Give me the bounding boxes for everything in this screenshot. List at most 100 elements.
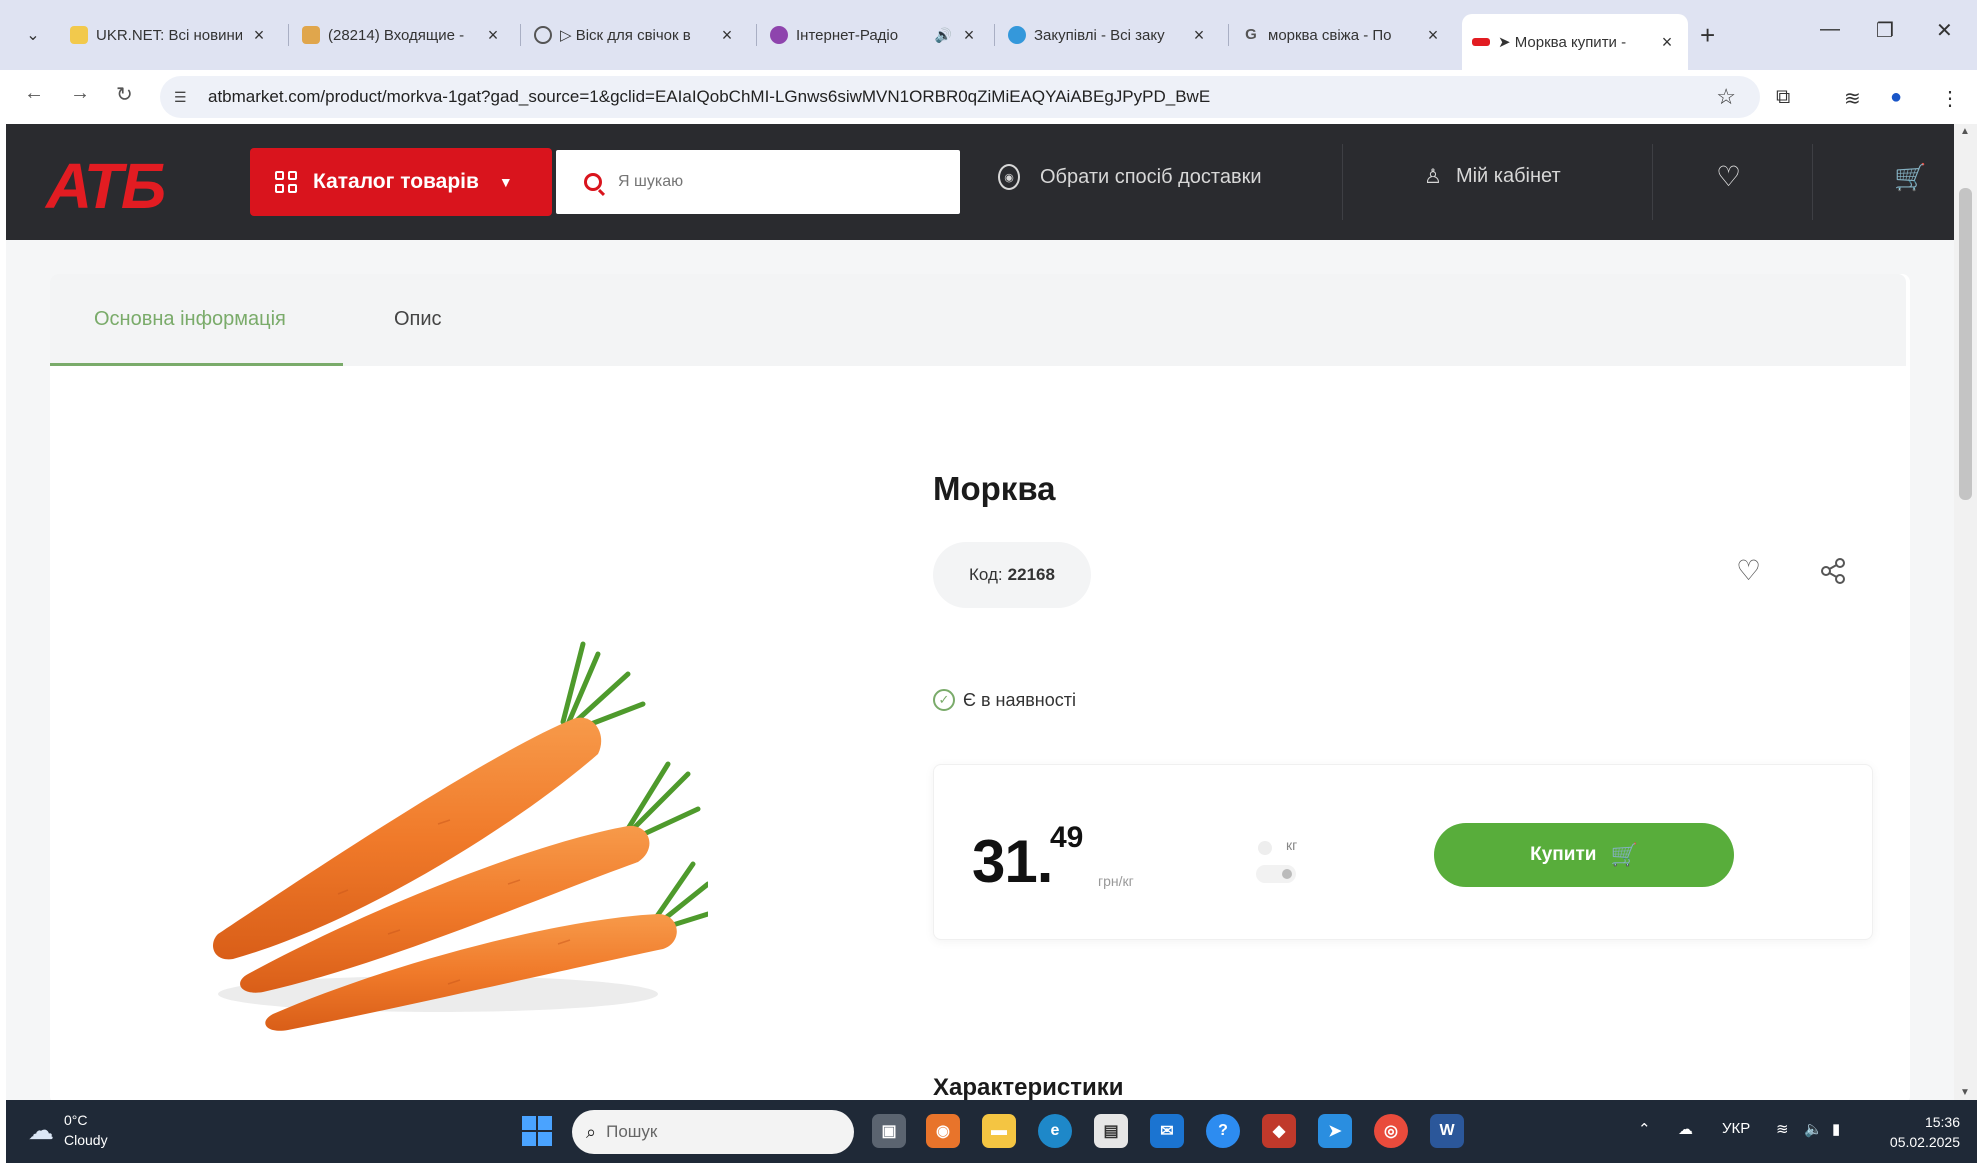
star-icon[interactable]: ☆ — [1716, 84, 1736, 110]
tab-description[interactable]: Опис — [394, 308, 442, 331]
close-icon[interactable]: × — [958, 25, 980, 46]
window-close-icon[interactable]: ✕ — [1936, 18, 1953, 43]
browser-tab[interactable]: G морква свіжа - По × — [1232, 16, 1454, 54]
puzzle-icon[interactable]: ⧉ — [1776, 86, 1790, 109]
catalog-button[interactable]: Каталог товарів ▼ — [250, 148, 552, 216]
close-icon[interactable]: × — [716, 25, 738, 46]
browser-tab[interactable]: ▷ Віск для свічок в × — [524, 16, 748, 54]
scroll-up-icon[interactable]: ▲ — [1960, 126, 1970, 137]
url-text[interactable]: atbmarket.com/product/morkva-1gat?gad_so… — [208, 87, 1210, 107]
search-input[interactable] — [618, 173, 918, 191]
stock-status: ✓ Є в наявності — [933, 689, 1076, 711]
delivery-selector[interactable]: ◉ Обрати спосіб доставки — [998, 164, 1262, 190]
header-divider — [1812, 144, 1813, 220]
atb-logo[interactable]: АТБ — [46, 149, 166, 223]
tab-label: UKR.NET: Всі новини — [96, 26, 242, 44]
tray-overflow-chevron-icon[interactable]: ⌃ — [1638, 1120, 1651, 1138]
favorites-heart-icon[interactable]: ♡ — [1716, 160, 1741, 193]
browser-tab-active[interactable]: ➤ Морква купити - × — [1462, 14, 1688, 70]
battery-icon[interactable]: ▮ — [1832, 1120, 1840, 1138]
copilot-icon[interactable]: ◉ — [926, 1114, 960, 1148]
close-icon[interactable]: × — [1188, 25, 1210, 46]
clock[interactable]: 15:36 05.02.2025 — [1880, 1112, 1960, 1152]
search-box[interactable] — [556, 150, 960, 214]
mail-icon[interactable]: ✉ — [1150, 1114, 1184, 1148]
reload-icon[interactable]: ↻ — [116, 82, 133, 107]
back-arrow-icon[interactable]: ← — [24, 82, 44, 105]
cart-icon: 🛒 — [1610, 842, 1638, 867]
page-scrollbar[interactable]: ▲ ▼ — [1954, 124, 1977, 1100]
tab-separator — [520, 24, 521, 46]
price-main: 31. — [972, 828, 1053, 895]
cart-icon[interactable]: 🛒 — [1894, 162, 1926, 193]
close-icon[interactable]: × — [482, 25, 504, 46]
file-explorer-icon[interactable]: ▬ — [982, 1114, 1016, 1148]
volume-icon[interactable]: 🔈 — [1804, 1120, 1823, 1138]
forward-arrow-icon[interactable]: → — [70, 82, 90, 105]
product-tabs: Основна інформація Опис — [50, 274, 1906, 366]
kebab-icon[interactable]: ⋮ — [1940, 86, 1960, 111]
tab-label: ▷ Віск для свічок в — [560, 27, 691, 44]
word-icon[interactable]: W — [1430, 1114, 1464, 1148]
browser-tab[interactable]: Закупівлі - Всі заку × — [998, 16, 1220, 54]
windows-start-icon[interactable] — [522, 1116, 552, 1146]
weather-widget[interactable]: ☁ 0°C Cloudy — [28, 1110, 108, 1150]
tab-search-chevron-icon[interactable]: ⌄ — [18, 20, 48, 50]
store-icon[interactable]: ▤ — [1094, 1114, 1128, 1148]
tab-separator — [1228, 24, 1229, 46]
cloud-icon: ☁ — [28, 1114, 54, 1145]
task-view-icon[interactable]: ▣ — [872, 1114, 906, 1148]
code-label: Код: — [969, 565, 1003, 584]
price-cents: 49 — [1050, 821, 1084, 854]
site-settings-icon[interactable]: ☰ — [174, 89, 198, 106]
unit-switch-knob[interactable] — [1282, 869, 1292, 879]
add-to-favorites-heart-icon[interactable]: ♡ — [1736, 554, 1761, 587]
restore-icon[interactable]: ❐ — [1876, 18, 1894, 43]
wifi-icon[interactable]: ≋ — [1776, 1120, 1789, 1138]
telegram-icon[interactable]: ➤ — [1318, 1114, 1352, 1148]
grid-icon — [275, 171, 297, 193]
unit-toggle[interactable]: кг — [1250, 835, 1340, 895]
account-link[interactable]: ♙ Мій кабінет — [1424, 164, 1561, 189]
browser-tab[interactable]: Інтернет-Радіо 🔊 × — [760, 16, 990, 54]
tab-label: (28214) Входящие - — [328, 26, 465, 44]
unit-label: кг — [1286, 837, 1298, 853]
site-header: АТБ Каталог товарів ▼ ◉ Обрати спосіб до… — [6, 124, 1954, 240]
product-card: Основна інформація Опис Морква Код: 2216… — [50, 274, 1910, 1104]
catalog-label: Каталог товарів — [313, 170, 479, 193]
scroll-thumb[interactable] — [1959, 188, 1972, 500]
specs-heading: Характеристики — [933, 1074, 1124, 1101]
favicon-icon — [302, 26, 320, 44]
extension-icon[interactable]: ≋ — [1844, 86, 1861, 111]
minimize-icon[interactable]: — — [1820, 18, 1840, 41]
page-content: Основна інформація Опис Морква Код: 2216… — [6, 240, 1954, 1104]
profile-icon[interactable]: ● — [1890, 86, 1902, 109]
language-indicator[interactable]: УКР — [1722, 1120, 1750, 1137]
tab-main-info[interactable]: Основна інформація — [94, 308, 286, 331]
tab-separator — [994, 24, 995, 46]
browser-tab[interactable]: (28214) Входящие - × — [292, 16, 514, 54]
buy-button[interactable]: Купити 🛒 — [1434, 823, 1734, 887]
tab-separator — [756, 24, 757, 46]
shield-icon[interactable]: ◆ — [1262, 1114, 1296, 1148]
close-icon[interactable]: × — [248, 25, 270, 46]
unit-dot — [1258, 841, 1272, 855]
new-tab-button[interactable]: + — [1700, 20, 1715, 51]
onedrive-cloud-icon[interactable]: ☁ — [1678, 1120, 1693, 1138]
screen: ⌄ UKR.NET: Всі новини × (28214) Входящие… — [0, 0, 1977, 1163]
share-icon[interactable] — [1818, 556, 1848, 586]
favicon-icon — [1472, 38, 1490, 46]
tab-separator — [288, 24, 289, 46]
address-bar[interactable]: ☰ atbmarket.com/product/morkva-1gat?gad_… — [160, 76, 1760, 118]
help-icon[interactable]: ? — [1206, 1114, 1240, 1148]
chevron-down-icon: ▼ — [498, 174, 513, 190]
browser-tab[interactable]: UKR.NET: Всі новини × — [60, 16, 280, 54]
chrome-icon[interactable]: ◎ — [1374, 1114, 1408, 1148]
audio-playing-icon[interactable]: 🔊 — [935, 27, 952, 44]
scroll-down-icon[interactable]: ▼ — [1960, 1087, 1970, 1098]
taskbar-search[interactable]: ⌕ Пошук — [572, 1110, 854, 1154]
close-icon[interactable]: × — [1656, 32, 1678, 53]
close-icon[interactable]: × — [1422, 25, 1444, 46]
search-icon: ⌕ — [586, 1121, 597, 1142]
edge-icon[interactable]: e — [1038, 1114, 1072, 1148]
